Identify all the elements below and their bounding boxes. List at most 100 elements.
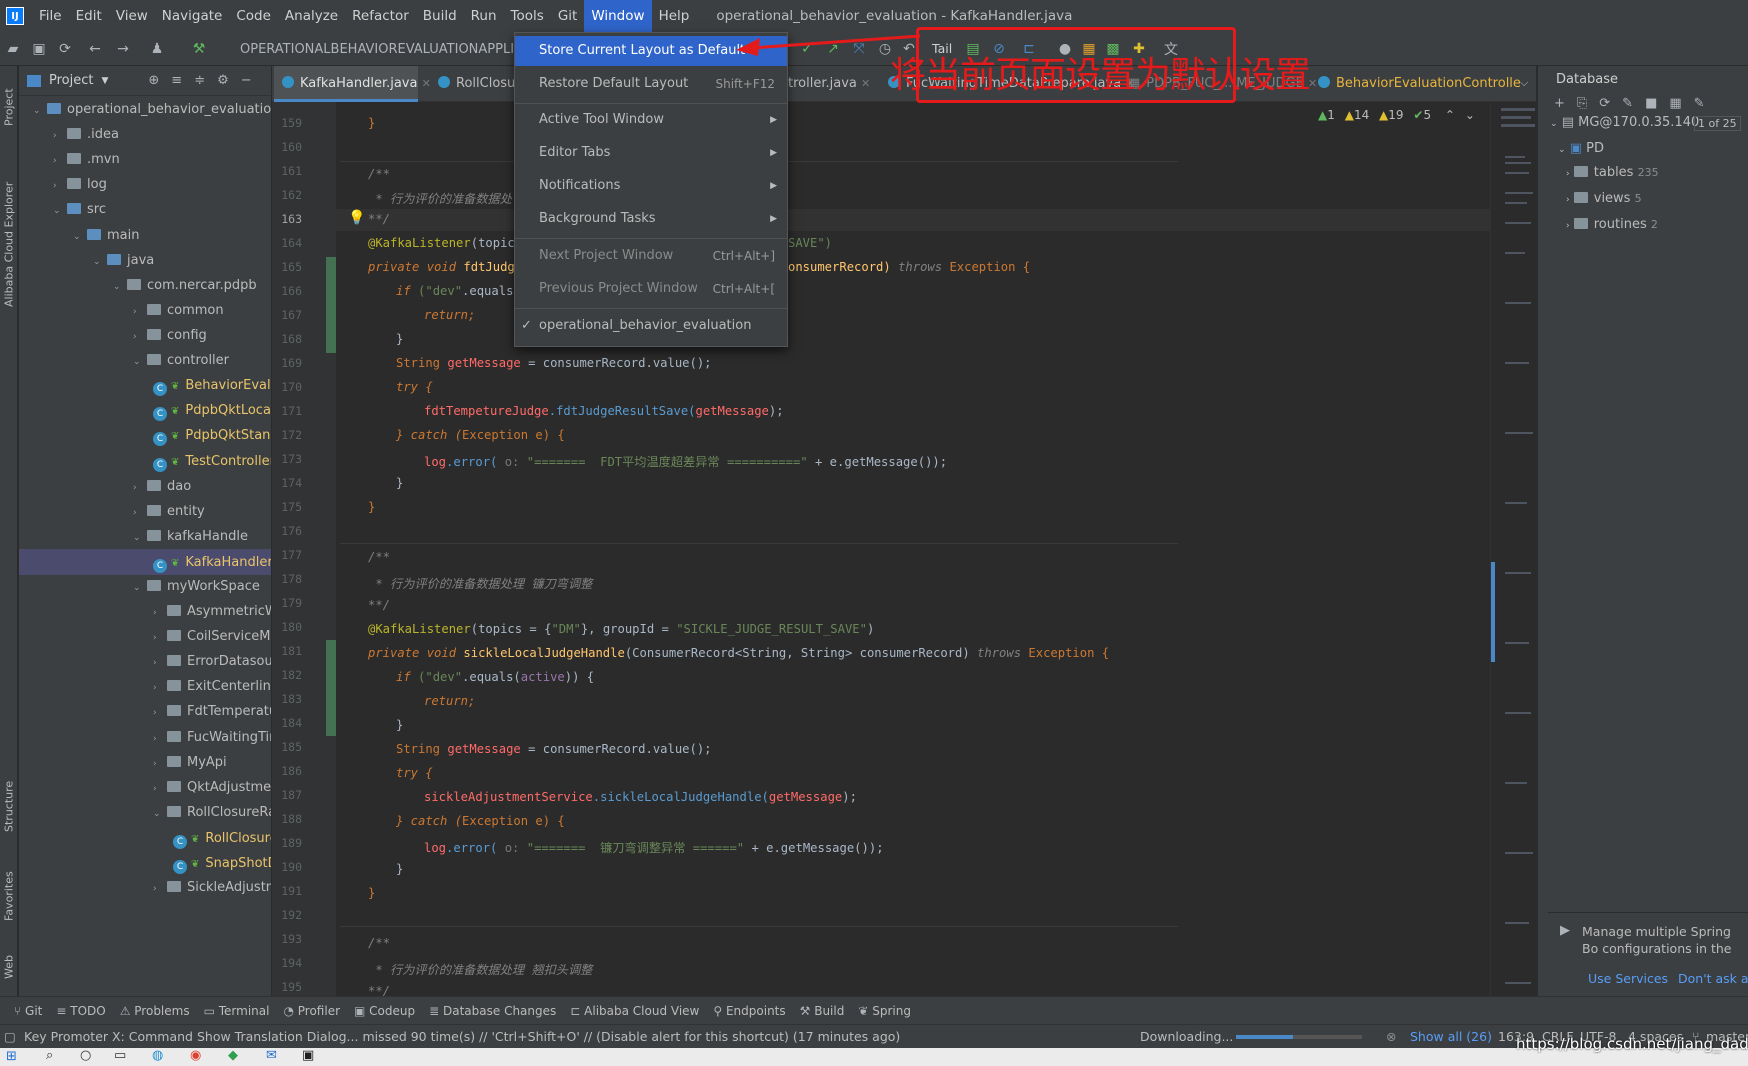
bottom-tab-database-changes[interactable]: ≣ Database Changes bbox=[429, 1004, 556, 1018]
menu-item-next-project-window[interactable]: Next Project Window Ctrl+Alt+] bbox=[515, 241, 787, 271]
db-node-tables[interactable]: › tables 235 bbox=[1566, 160, 1659, 186]
cortana-icon[interactable]: ○ bbox=[80, 1048, 91, 1063]
sync-icon[interactable]: ⟳ bbox=[56, 40, 74, 58]
chevron-down-icon[interactable]: ⌄ bbox=[1550, 119, 1558, 129]
structure-tool-tab[interactable]: Structure bbox=[0, 766, 18, 846]
tree-row-sickleadjustment[interactable]: › SickleAdjustment bbox=[19, 875, 271, 901]
vcs-change-marker[interactable] bbox=[326, 257, 336, 353]
tree-row-testcontroller[interactable]: C❦TestController2021/8/12 1 bbox=[19, 448, 271, 474]
tree-row-java[interactable]: ⌄ java bbox=[19, 248, 271, 274]
tree-row-myworkspace[interactable]: ⌄ myWorkSpace bbox=[19, 574, 271, 600]
web-tool-tab[interactable]: Web bbox=[0, 942, 18, 992]
chevron-down-icon[interactable]: ⌄ bbox=[133, 525, 147, 550]
task-view-icon[interactable]: ▭ bbox=[114, 1048, 126, 1063]
chevron-down-icon[interactable]: ▼ bbox=[101, 76, 108, 86]
tree-row-operational-behavior-evaluation-pd[interactable]: ⌄ operational_behavior_evaluation [pd bbox=[19, 97, 271, 123]
tree-row-myapi[interactable]: › MyApi bbox=[19, 750, 271, 776]
open-folder-icon[interactable]: ▰ bbox=[4, 40, 22, 58]
chevron-right-icon[interactable]: › bbox=[153, 600, 167, 625]
forward-arrow-icon[interactable]: → bbox=[114, 40, 132, 58]
vcs-user-icon[interactable]: ♟ bbox=[148, 40, 166, 58]
bottom-tab-problems[interactable]: ⚠ Problems bbox=[120, 1004, 190, 1018]
menu-item-editor-tabs[interactable]: Editor Tabs ▶ bbox=[515, 138, 787, 168]
tree-row-asymmetricwaveadjustment[interactable]: › AsymmetricWaveAdjustment bbox=[19, 599, 271, 625]
editor-tab-rollclosure[interactable]: RollClosur bbox=[430, 66, 520, 102]
close-icon[interactable]: ✕ bbox=[861, 77, 870, 90]
chevron-right-icon[interactable]: › bbox=[53, 173, 67, 198]
chrome-icon[interactable]: ◉ bbox=[190, 1048, 201, 1063]
editor-minimap[interactable] bbox=[1490, 102, 1538, 996]
cancel-icon[interactable]: ⊗ bbox=[1386, 1025, 1396, 1049]
menu-tools[interactable]: Tools bbox=[504, 0, 551, 32]
tree-row-entity[interactable]: › entity bbox=[19, 499, 271, 525]
tree-row-pdpbqktlocaljudgecontr[interactable]: C ❦ PdpbQktLocalJudgeContr bbox=[19, 398, 271, 424]
menu-code[interactable]: Code bbox=[229, 0, 278, 32]
bottom-tab-endpoints[interactable]: ⚲ Endpoints bbox=[713, 1004, 785, 1018]
menu-item-previous-project-window[interactable]: Previous Project Window Ctrl+Alt+[ bbox=[515, 274, 787, 304]
tabs-dropdown-icon[interactable]: ⌵ bbox=[1520, 76, 1528, 90]
tree-row-log[interactable]: › log bbox=[19, 172, 271, 198]
chevron-down-icon[interactable]: ⌄ bbox=[93, 249, 107, 274]
tree-row-dao[interactable]: › dao bbox=[19, 474, 271, 500]
chevron-right-icon[interactable]: › bbox=[53, 123, 67, 148]
chevron-right-icon[interactable]: › bbox=[153, 776, 167, 801]
chevron-right-icon[interactable]: › bbox=[153, 625, 167, 650]
chevron-right-icon[interactable]: › bbox=[153, 726, 167, 751]
chevron-right-icon[interactable]: › bbox=[153, 700, 167, 725]
chevron-right-icon[interactable]: › bbox=[153, 650, 167, 675]
db-node-routines[interactable]: › routines 2 bbox=[1566, 212, 1658, 238]
favorites-tool-tab[interactable]: Favorites bbox=[0, 856, 18, 936]
tree-row-controller[interactable]: ⌄ controller bbox=[19, 348, 271, 374]
tree-row-exitcenterlineadjustment[interactable]: › ExitCenterlineAdjustment bbox=[19, 674, 271, 700]
back-arrow-icon[interactable]: ← bbox=[86, 40, 104, 58]
bottom-tab-spring[interactable]: ❦ Spring bbox=[858, 1004, 911, 1018]
menu-build[interactable]: Build bbox=[416, 0, 464, 32]
tree-row-kafkahandle[interactable]: ⌄ kafkaHandle bbox=[19, 524, 271, 550]
chevron-down-icon[interactable]: ⌄ bbox=[1465, 108, 1475, 122]
chevron-down-icon[interactable]: ⌄ bbox=[133, 575, 147, 600]
windows-start-icon[interactable]: ⊞ bbox=[6, 1049, 17, 1064]
menu-analyze[interactable]: Analyze bbox=[278, 0, 345, 32]
chevron-right-icon[interactable]: › bbox=[133, 500, 147, 525]
save-icon[interactable]: ▣ bbox=[30, 40, 48, 58]
tree-row-idea[interactable]: › .idea bbox=[19, 122, 271, 148]
tree-row-fdttemperaturerate[interactable]: › FdtTemperatureRate bbox=[19, 699, 271, 725]
panel-actions-icons[interactable]: ⊕≡≑⚙− bbox=[148, 73, 263, 88]
project-tool-tab[interactable]: Project bbox=[0, 72, 18, 142]
editor-tab-kafkahandler[interactable]: KafkaHandler.java ✕ bbox=[274, 66, 431, 102]
status-toggle-icon[interactable]: ▢ bbox=[4, 1025, 16, 1049]
menu-git[interactable]: Git bbox=[551, 0, 585, 32]
bottom-tab-todo[interactable]: ≡ TODO bbox=[56, 1004, 105, 1018]
dont-ask-link[interactable]: Don't ask ag bbox=[1678, 971, 1748, 986]
chevron-right-icon[interactable]: › bbox=[133, 299, 147, 324]
menu-item-project-operational[interactable]: ✓ operational_behavior_evaluation bbox=[515, 311, 787, 341]
chevron-right-icon[interactable]: › bbox=[53, 148, 67, 173]
bottom-tab-git[interactable]: ⑂ Git bbox=[14, 1004, 42, 1018]
intellij-taskbar-icon[interactable]: ▣ bbox=[302, 1048, 314, 1063]
bottom-tab-terminal[interactable]: ▭ Terminal bbox=[204, 1004, 270, 1018]
tree-row-fucwaitingtimesadjustment[interactable]: › FucWaitingTimesAdjustment bbox=[19, 725, 271, 751]
chevron-right-icon[interactable]: › bbox=[153, 876, 167, 901]
chevron-right-icon[interactable]: › bbox=[133, 475, 147, 500]
menu-item-restore-layout[interactable]: Restore Default Layout Shift+F12 bbox=[515, 69, 787, 99]
lightbulb-icon[interactable]: 💡 bbox=[348, 210, 365, 226]
status-message[interactable]: Key Promoter X: Command Show Translation… bbox=[24, 1025, 1124, 1049]
tree-row-behaviorevaluationcontro[interactable]: C ❦ BehaviorEvaluationContro bbox=[19, 373, 271, 399]
menu-item-notifications[interactable]: Notifications ▶ bbox=[515, 171, 787, 201]
db-connection-row[interactable]: ⌄ ▤ MG@170.0.35.140 bbox=[1550, 110, 1699, 136]
editor-tab-behavioreval[interactable]: BehaviorEvaluationController.ja bbox=[1310, 66, 1520, 102]
database-toolbar-icons[interactable]: +⎘⟳✎■▦✎ bbox=[1554, 96, 1717, 111]
chevron-down-icon[interactable]: ⌄ bbox=[133, 349, 147, 374]
tree-row-rollclosurerateadjustment[interactable]: ⌄ RollClosureRateAdjustment bbox=[19, 800, 271, 826]
bottom-tab-profiler[interactable]: ◔ Profiler bbox=[283, 1004, 340, 1018]
tree-row-snapshotdto[interactable]: C❦SnapShotDto2021/8/12 1 bbox=[19, 850, 271, 876]
app-icon[interactable]: ◆ bbox=[228, 1048, 238, 1063]
inspection-widget[interactable]: ▲1 ▲14 ▲19 ✔5 ⌃ ⌄ bbox=[1318, 108, 1475, 122]
menu-window[interactable]: Window bbox=[584, 0, 652, 32]
tree-row-kafkahandler[interactable]: C❦KafkaHandler2021/8/12 1( bbox=[19, 548, 271, 575]
chevron-down-icon[interactable]: ⌄ bbox=[113, 274, 127, 299]
menu-view[interactable]: View bbox=[109, 0, 155, 32]
bottom-tab-build[interactable]: ⚒ Build bbox=[800, 1004, 845, 1018]
chevron-right-icon[interactable]: › bbox=[153, 675, 167, 700]
tree-row-src[interactable]: ⌄ src bbox=[19, 197, 271, 223]
